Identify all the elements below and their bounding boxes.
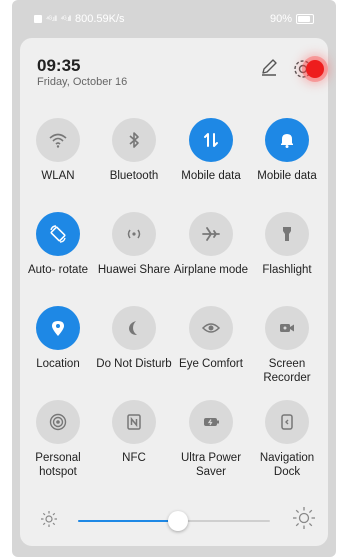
tile-label: Personal hotspot — [35, 452, 81, 478]
tile-label: WLAN — [41, 170, 75, 182]
tile-icon-circle — [36, 212, 80, 256]
tile-mobile-data-2[interactable]: Mobile data — [249, 118, 325, 183]
tile-screen-recorder[interactable]: Screen Recorder — [249, 306, 325, 385]
location-icon — [52, 321, 64, 336]
hotspot-icon — [49, 413, 67, 431]
recording-indicator — [306, 60, 324, 78]
tile-icon-circle — [36, 118, 80, 162]
tile-icon-circle — [265, 306, 309, 350]
tile-label: Bluetooth — [109, 170, 159, 182]
quick-settings-panel: 09:35 Friday, October 16 WLAN Bluetooth … — [20, 38, 328, 546]
tile-icon-circle — [112, 118, 156, 162]
tile-airplane-mode[interactable]: Airplane mode — [173, 212, 249, 277]
bluetooth-icon — [129, 132, 139, 148]
tile-label: Ultra Power Saver — [180, 452, 242, 478]
battery-icon — [296, 14, 314, 24]
pencil-icon — [262, 59, 277, 76]
eye-icon — [201, 323, 221, 333]
mobile-data-icon — [204, 133, 218, 147]
tile-do-not-disturb[interactable]: Do Not Disturb — [96, 306, 172, 371]
brightness-thumb[interactable] — [167, 511, 188, 531]
auto-rotate-icon — [50, 225, 66, 243]
brightness-high-icon — [293, 507, 315, 529]
battery-saver-icon — [204, 418, 219, 426]
brightness-low-icon — [41, 511, 57, 527]
tile-icon-circle — [112, 400, 156, 444]
clock-time: 09:35 — [37, 56, 81, 75]
tile-wlan[interactable]: WLAN — [20, 118, 96, 183]
tile-icon-circle — [189, 118, 233, 162]
brightness-slider[interactable] — [78, 511, 270, 531]
tile-eye-comfort[interactable]: Eye Comfort — [173, 306, 249, 371]
tile-label: Airplane mode — [173, 264, 249, 276]
nfc-icon — [127, 414, 141, 430]
tile-location[interactable]: Location — [20, 306, 96, 371]
tile-flashlight[interactable]: Flashlight — [249, 212, 325, 277]
tile-icon-circle — [265, 212, 309, 256]
signal-icon: ⁴ᴳ.ıll — [60, 15, 71, 23]
tile-icon-circle — [112, 306, 156, 350]
navigation-dock-icon — [281, 414, 293, 430]
status-right: 90% — [270, 13, 314, 25]
status-left: ⁴ᴳ.ıll ⁴ᴳ.ıll 800.59K/s — [34, 13, 125, 25]
tile-icon-circle — [189, 400, 233, 444]
tile-auto-rotate[interactable]: Auto- rotate — [20, 212, 96, 277]
screen-recorder-icon — [280, 324, 294, 332]
tile-huawei-share[interactable]: Huawei Share — [96, 212, 172, 277]
moon-icon — [129, 321, 137, 335]
tile-label: Huawei Share — [97, 264, 171, 276]
tile-label: NFC — [122, 452, 146, 464]
tile-bluetooth[interactable]: Bluetooth — [96, 118, 172, 183]
tile-ultra-power-saver[interactable]: Ultra Power Saver — [173, 400, 249, 479]
tile-label: Mobile data — [257, 170, 317, 182]
tile-icon-circle — [36, 400, 80, 444]
brightness-control — [20, 500, 328, 540]
tile-label: Do Not Disturb — [96, 358, 172, 370]
network-speed: 800.59K/s — [74, 13, 125, 25]
tile-icon-circle — [189, 212, 233, 256]
tile-icon-circle — [36, 306, 80, 350]
brightness-fill — [78, 520, 178, 522]
phone-screen: ⁴ᴳ.ıll ⁴ᴳ.ıll 800.59K/s 90% 09:35 Friday… — [12, 0, 336, 557]
wifi-icon — [49, 133, 67, 148]
tile-label: Mobile data — [181, 170, 241, 182]
huawei-share-icon — [127, 229, 141, 239]
bell-icon — [281, 134, 293, 148]
airplane-icon — [202, 227, 220, 241]
tile-label: Location — [36, 358, 80, 370]
battery-percent: 90% — [269, 13, 292, 25]
tile-label: Auto- rotate — [27, 264, 89, 276]
tile-personal-hotspot[interactable]: Personal hotspot — [20, 400, 96, 479]
tile-label: Eye Comfort — [179, 358, 243, 370]
tile-mobile-data[interactable]: Mobile data — [173, 118, 249, 183]
tile-icon-circle — [265, 400, 309, 444]
tile-nfc[interactable]: NFC — [96, 400, 172, 465]
tile-label: Screen Recorder — [263, 358, 311, 384]
clock-date: Friday, October 16 — [37, 76, 128, 88]
tile-icon-circle — [189, 306, 233, 350]
signal-icon: ⁴ᴳ.ıll — [46, 15, 57, 23]
tile-icon-circle — [112, 212, 156, 256]
flashlight-icon — [283, 227, 291, 241]
tile-navigation-dock[interactable]: Navigation Dock — [249, 400, 325, 479]
edit-button[interactable] — [258, 56, 280, 78]
tile-icon-circle — [265, 118, 309, 162]
status-bar: ⁴ᴳ.ıll ⁴ᴳ.ıll 800.59K/s 90% — [12, 0, 336, 38]
notification-icon — [34, 15, 42, 23]
tile-label: Navigation Dock — [259, 452, 315, 478]
tile-label: Flashlight — [262, 264, 312, 276]
